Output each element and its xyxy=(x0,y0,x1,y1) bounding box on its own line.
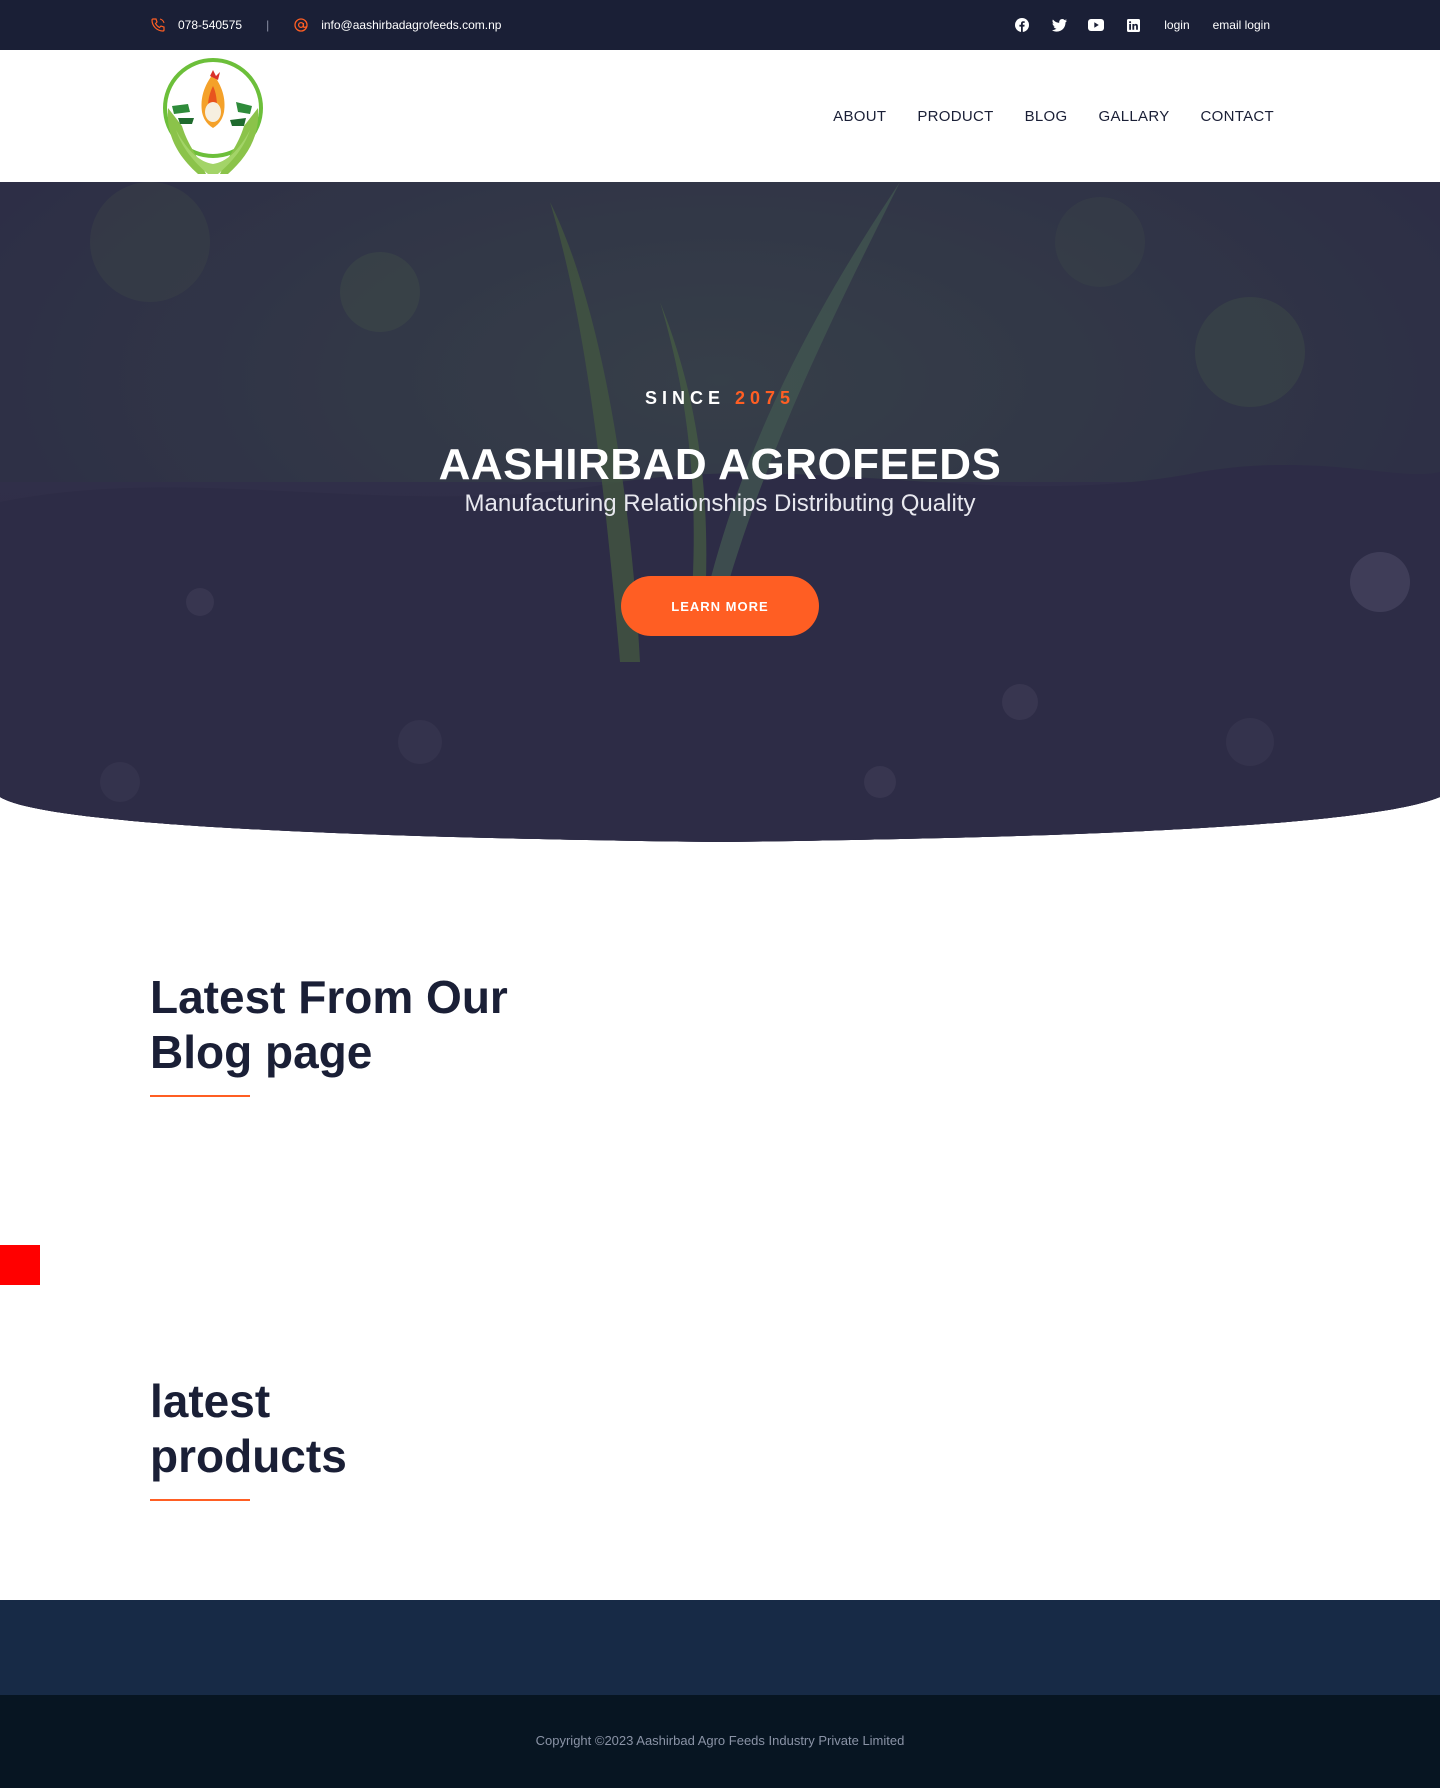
hero-title: AASHIRBAD AGROFEEDS xyxy=(438,440,1002,489)
nav-item-contact[interactable]: CONTACT xyxy=(1201,108,1274,125)
nav-item-about[interactable]: ABOUT xyxy=(833,108,886,125)
linkedin-icon[interactable] xyxy=(1125,17,1141,33)
since-year: 2075 xyxy=(734,388,796,408)
company-logo[interactable] xyxy=(158,56,268,178)
since-label: SINCE 2075 xyxy=(0,388,1440,409)
red-widget[interactable] xyxy=(0,1245,40,1285)
phone-icon xyxy=(150,17,166,33)
products-section-title: latest products xyxy=(150,1374,347,1484)
blog-section-title: Latest From Our Blog page xyxy=(150,970,508,1080)
site-header: ABOUT PRODUCT BLOG GALLARY CONTACT xyxy=(0,50,1440,182)
hero-banner: SINCE 2075 AASHIRBAD AGROFEEDS Manufactu… xyxy=(0,182,1440,842)
top-bar-links: login email login xyxy=(993,0,1270,50)
phone-number[interactable]: 078-540575 xyxy=(178,18,242,32)
youtube-icon[interactable] xyxy=(1088,17,1105,33)
products-title-line-2: products xyxy=(150,1430,347,1482)
hero-subtitle: Manufacturing Relationships Distributing… xyxy=(464,490,976,517)
facebook-icon[interactable] xyxy=(1014,17,1030,33)
hero-content: SINCE 2075 AASHIRBAD AGROFEEDS Manufactu… xyxy=(0,182,1440,842)
footer-bottom: Copyright ©2023 Aashirbad Agro Feeds Ind… xyxy=(0,1695,1440,1788)
products-title-underline xyxy=(150,1499,250,1501)
since-text: SINCE xyxy=(644,388,725,408)
nav-item-blog[interactable]: BLOG xyxy=(1025,108,1068,125)
nav-item-product[interactable]: PRODUCT xyxy=(917,108,993,125)
footer-top xyxy=(0,1600,1440,1695)
blog-title-underline xyxy=(150,1095,250,1097)
nav-item-gallary[interactable]: GALLARY xyxy=(1098,108,1169,125)
products-title-line-1: latest xyxy=(150,1375,271,1427)
blog-title-line-2: Blog page xyxy=(150,1026,373,1078)
twitter-icon[interactable] xyxy=(1051,17,1067,33)
learn-more-button[interactable]: LEARN MORE xyxy=(621,576,819,636)
email-address[interactable]: info@aashirbadagrofeeds.com.np xyxy=(321,18,501,32)
login-link[interactable]: login xyxy=(1164,18,1189,32)
top-bar: 078-540575 | info@aashirbadagrofeeds.com… xyxy=(0,0,1440,50)
contact-info: 078-540575 | info@aashirbadagrofeeds.com… xyxy=(150,0,501,50)
at-sign-icon xyxy=(293,17,309,33)
blog-title-line-1: Latest From Our xyxy=(150,971,508,1023)
email-login-link[interactable]: email login xyxy=(1213,18,1270,32)
main-nav: ABOUT PRODUCT BLOG GALLARY CONTACT xyxy=(802,50,1274,182)
separator: | xyxy=(266,18,270,32)
copyright-text: Copyright ©2023 Aashirbad Agro Feeds Ind… xyxy=(535,1733,905,1748)
